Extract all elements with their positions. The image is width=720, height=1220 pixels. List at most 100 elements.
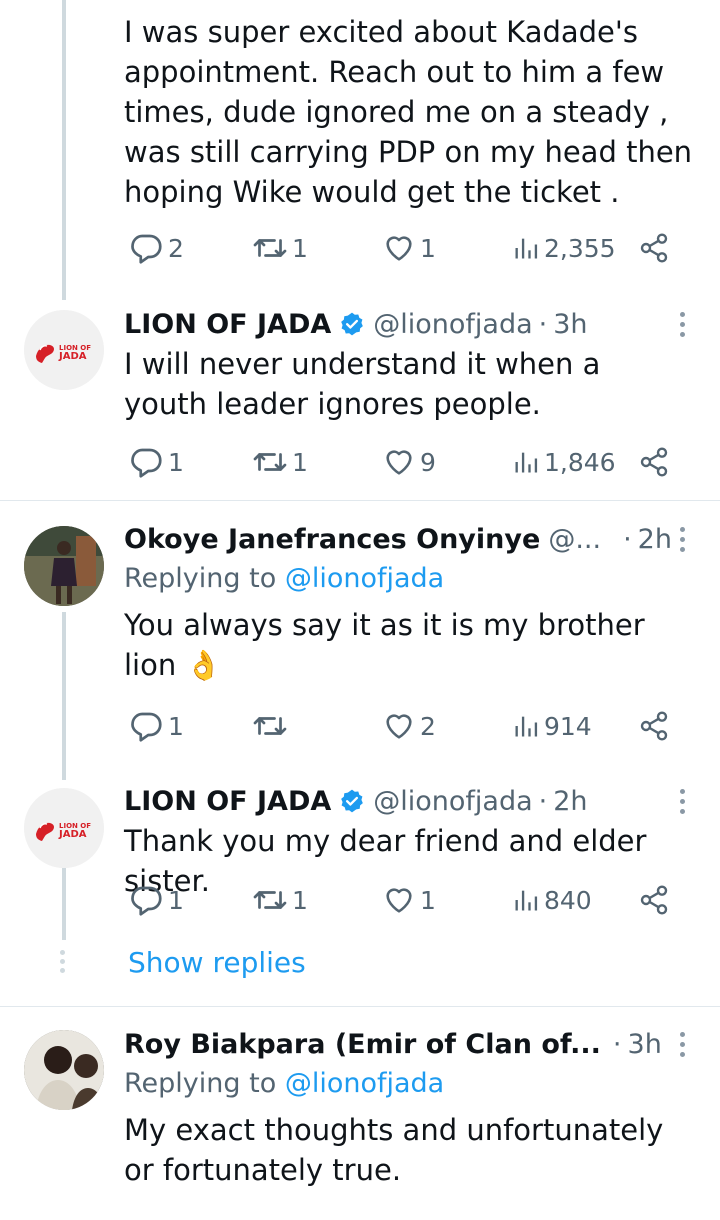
like-icon xyxy=(382,231,416,265)
more-icon[interactable] xyxy=(678,1032,686,1057)
retweet-icon xyxy=(252,882,288,918)
like-button[interactable]: 1 xyxy=(382,880,436,920)
views-button[interactable]: 2,355 xyxy=(512,228,616,268)
timestamp[interactable]: 3h xyxy=(553,309,587,340)
handle[interactable]: @lionofjada xyxy=(373,786,532,817)
show-replies-link[interactable]: Show replies xyxy=(128,946,306,979)
avatar[interactable]: LION OF JADA xyxy=(24,310,104,390)
divider xyxy=(0,500,720,501)
post-header: LION OF JADA @lionofjada · 3h xyxy=(124,304,720,344)
more-icon[interactable] xyxy=(678,789,686,814)
retweet-button[interactable] xyxy=(252,706,292,746)
views-button[interactable]: 840 xyxy=(512,880,592,920)
replying-label: Replying to xyxy=(124,563,277,594)
views-icon xyxy=(512,448,540,476)
thread-line xyxy=(62,858,66,940)
lion-logo-icon: LION OF JADA xyxy=(24,788,104,868)
post-header: LION OF JADA @lionofjada · 2h xyxy=(124,781,720,821)
reply-post[interactable]: Roy Biakpara (Emir of Clan of... · 3h Re… xyxy=(124,1024,720,1190)
reply-button[interactable]: 2 xyxy=(128,228,184,268)
reply-icon xyxy=(128,882,164,918)
display-name[interactable]: LION OF JADA xyxy=(124,309,331,340)
ok-hand-emoji: 👌 xyxy=(185,648,222,682)
like-count: 1 xyxy=(420,233,436,263)
post-actions: 1 2 914 xyxy=(124,706,684,746)
like-button[interactable]: 9 xyxy=(382,442,436,482)
post-text: I was super excited about Kadade's appoi… xyxy=(124,15,693,209)
retweet-count: 1 xyxy=(292,885,308,915)
reply-icon xyxy=(128,444,164,480)
reply-count: 2 xyxy=(168,233,184,263)
replying-to: Replying to @lionofjada xyxy=(124,559,720,599)
like-icon xyxy=(382,709,416,743)
logo-text-bottom: JADA xyxy=(58,829,87,840)
timestamp[interactable]: 2h xyxy=(638,524,672,555)
separator-dot: · xyxy=(623,523,632,555)
retweet-button[interactable]: 1 xyxy=(252,228,308,268)
post-actions: 1 1 1 840 xyxy=(124,880,684,920)
post-header: Okoye Janefrances Onyinye @... · 2h xyxy=(124,519,720,559)
views-icon xyxy=(512,886,540,914)
reply-count: 1 xyxy=(168,711,184,741)
post-text: I will never understand it when a youth … xyxy=(124,347,601,421)
handle[interactable]: @... xyxy=(548,524,601,555)
reply-count: 1 xyxy=(168,885,184,915)
display-name[interactable]: Okoye Janefrances Onyinye xyxy=(124,524,540,555)
verified-icon xyxy=(339,311,365,337)
views-count: 1,846 xyxy=(544,447,616,477)
replying-label: Replying to xyxy=(124,1068,277,1099)
timestamp[interactable]: 3h xyxy=(628,1029,662,1060)
display-name[interactable]: LION OF JADA xyxy=(124,786,331,817)
views-icon xyxy=(512,234,540,262)
collapsed-thread-dots xyxy=(60,950,65,973)
lion-logo-icon: LION OF JADA xyxy=(24,310,104,390)
logo-text-bottom: JADA xyxy=(58,351,87,362)
profile-photo-icon xyxy=(24,526,104,606)
mention-link[interactable]: @lionofjada xyxy=(285,563,444,594)
share-icon xyxy=(638,884,670,916)
reply-button[interactable]: 1 xyxy=(128,880,184,920)
avatar[interactable] xyxy=(24,1030,104,1110)
retweet-button[interactable]: 1 xyxy=(252,880,308,920)
profile-photo-icon xyxy=(24,1030,104,1110)
reply-icon xyxy=(128,230,164,266)
share-icon xyxy=(638,710,670,742)
post-text: You always say it as it is my brother li… xyxy=(124,605,694,685)
post-actions: 2 1 1 2,355 xyxy=(124,228,684,268)
like-icon xyxy=(382,883,416,917)
retweet-count: 1 xyxy=(292,447,308,477)
separator-dot: · xyxy=(538,785,548,817)
share-button[interactable] xyxy=(638,228,670,268)
retweet-count: 1 xyxy=(292,233,308,263)
views-count: 840 xyxy=(544,885,592,915)
post-text: My exact thoughts and unfortunately or f… xyxy=(124,1113,664,1187)
handle[interactable]: @lionofjada xyxy=(373,309,532,340)
retweet-icon xyxy=(252,230,288,266)
reply-post[interactable]: Okoye Janefrances Onyinye @... · 2h Repl… xyxy=(124,519,720,685)
reply-post[interactable]: I was super excited about Kadade's appoi… xyxy=(124,12,720,212)
verified-icon xyxy=(339,788,365,814)
views-button[interactable]: 1,846 xyxy=(512,442,616,482)
separator-dot: · xyxy=(538,308,548,340)
like-icon xyxy=(382,445,416,479)
divider xyxy=(0,1006,720,1007)
avatar[interactable]: LION OF JADA xyxy=(24,788,104,868)
reply-button[interactable]: 1 xyxy=(128,706,184,746)
display-name[interactable]: Roy Biakpara (Emir of Clan of... xyxy=(124,1029,601,1060)
share-button[interactable] xyxy=(638,442,670,482)
like-button[interactable]: 2 xyxy=(382,706,436,746)
retweet-button[interactable]: 1 xyxy=(252,442,308,482)
avatar[interactable] xyxy=(24,526,104,606)
share-button[interactable] xyxy=(638,880,670,920)
mention-link[interactable]: @lionofjada xyxy=(285,1068,444,1099)
reply-button[interactable]: 1 xyxy=(128,442,184,482)
more-icon[interactable] xyxy=(678,312,686,337)
reply-post[interactable]: LION OF JADA @lionofjada · 3h I will nev… xyxy=(124,304,720,424)
more-icon[interactable] xyxy=(678,527,686,552)
views-button[interactable]: 914 xyxy=(512,706,592,746)
share-button[interactable] xyxy=(638,706,670,746)
timestamp[interactable]: 2h xyxy=(553,786,587,817)
views-count: 914 xyxy=(544,711,592,741)
like-button[interactable]: 1 xyxy=(382,228,436,268)
like-count: 1 xyxy=(420,885,436,915)
